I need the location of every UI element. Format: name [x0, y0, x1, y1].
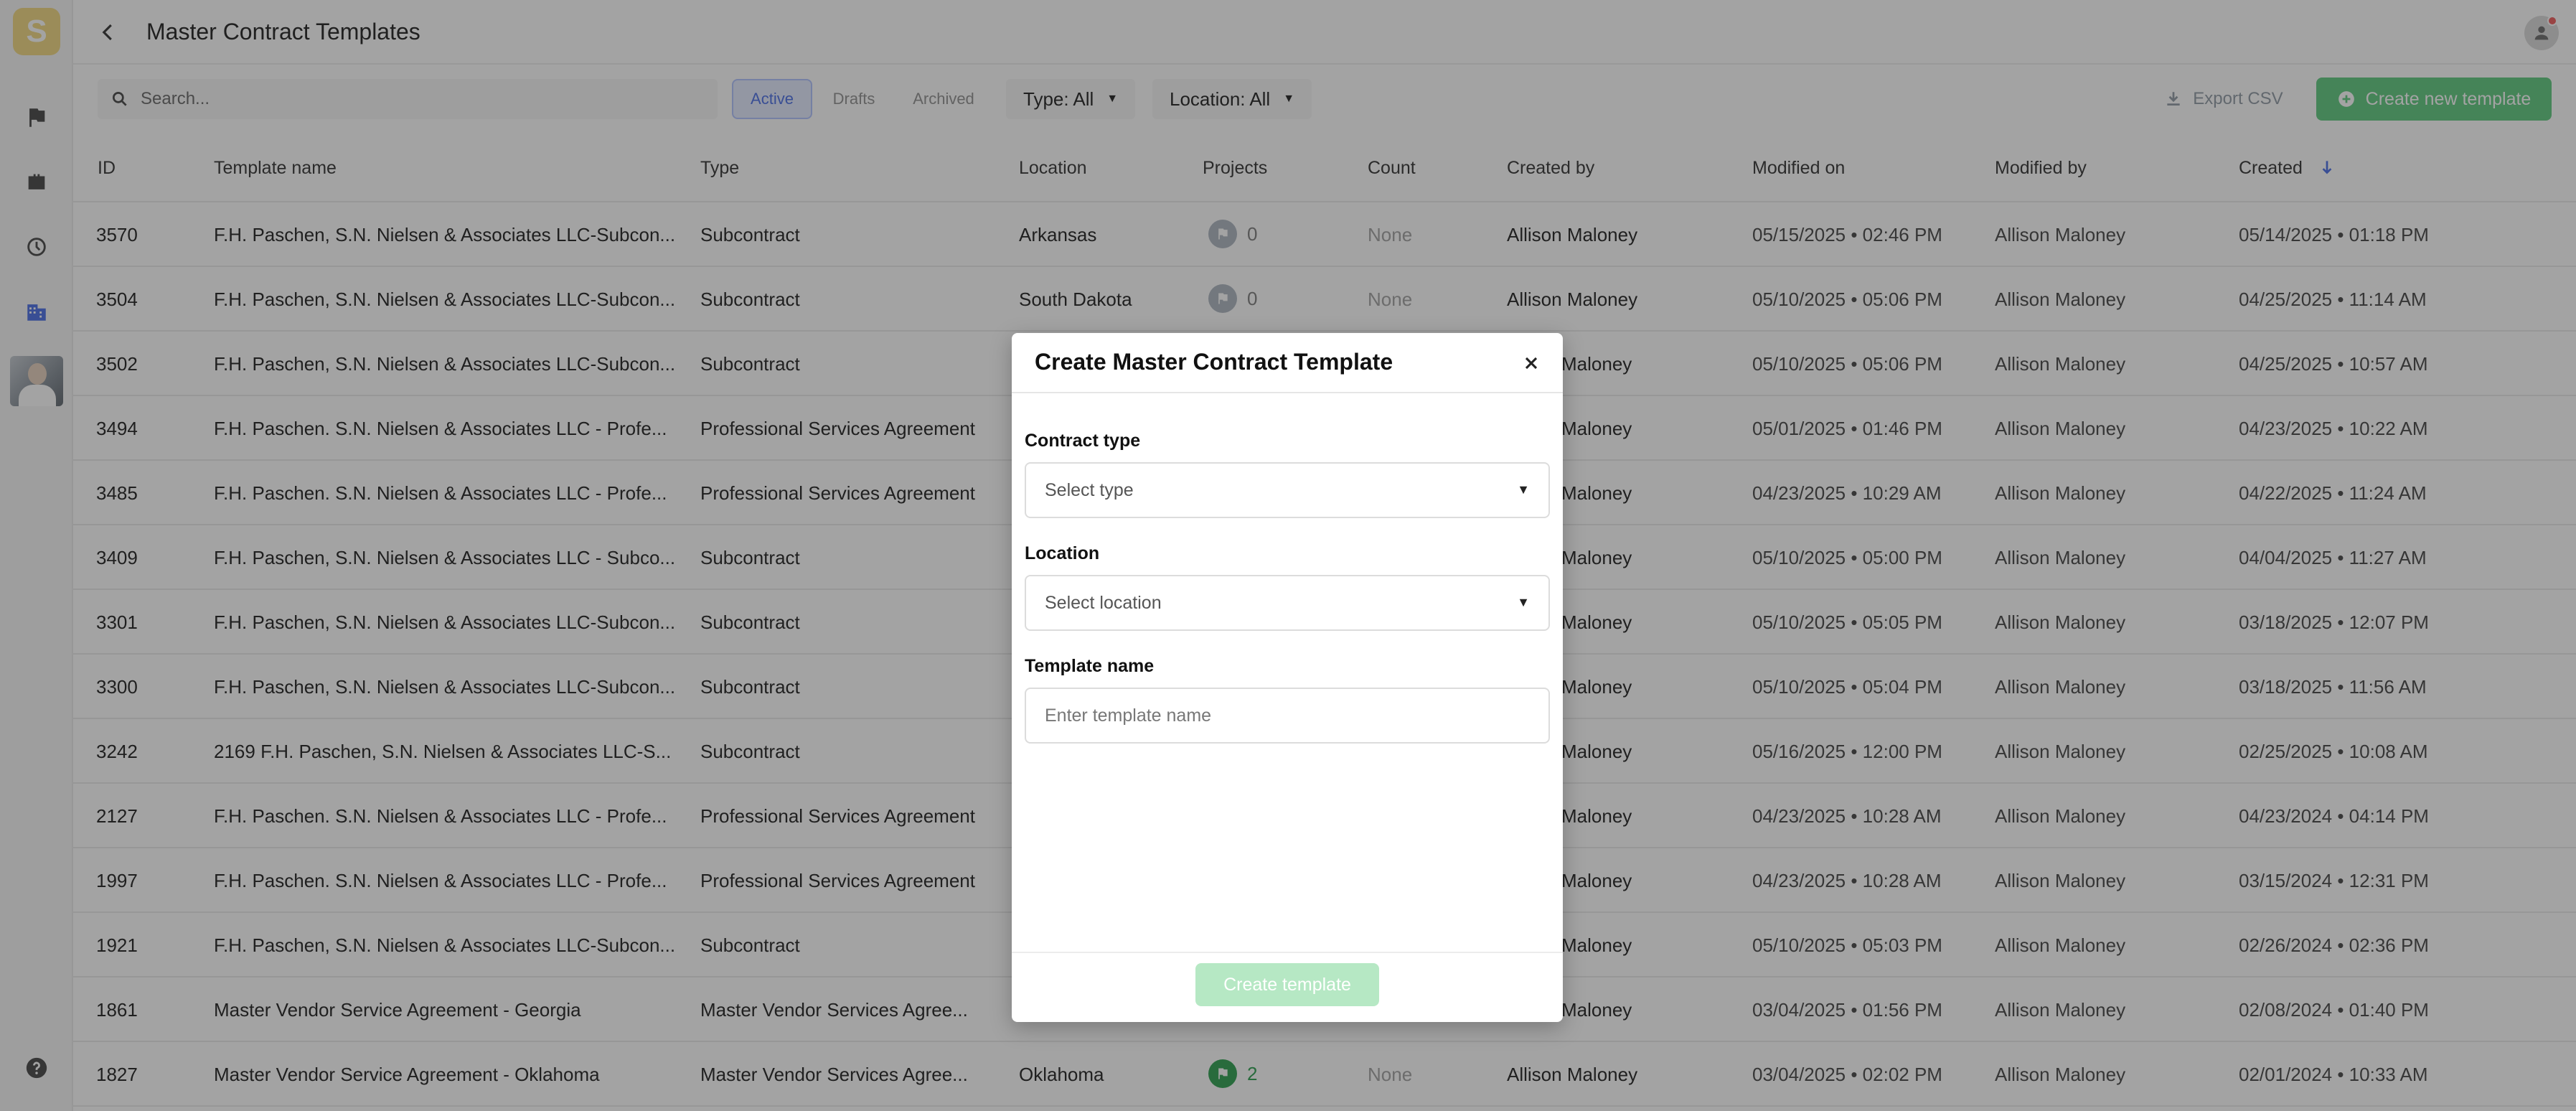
contract-type-label: Contract type	[1025, 431, 1141, 451]
close-icon	[1525, 357, 1538, 370]
modal-title: Create Master Contract Template	[1035, 349, 1393, 375]
template-name-input[interactable]	[1025, 688, 1550, 744]
modal-divider	[1012, 392, 1563, 393]
caret-down-icon: ▼	[1517, 595, 1530, 609]
modal-footer-divider	[1012, 952, 1563, 953]
location-select[interactable]: Select location ▼	[1025, 575, 1550, 631]
location-placeholder: Select location	[1045, 592, 1162, 613]
create-template-modal: Create Master Contract Template Contract…	[1012, 333, 1563, 1022]
contract-type-placeholder: Select type	[1045, 479, 1134, 500]
create-template-button[interactable]: Create template	[1195, 963, 1379, 1006]
caret-down-icon: ▼	[1517, 482, 1530, 497]
contract-type-select[interactable]: Select type ▼	[1025, 462, 1550, 518]
template-name-label: Template name	[1025, 656, 1155, 676]
close-button[interactable]	[1518, 350, 1544, 376]
location-label: Location	[1025, 543, 1100, 563]
